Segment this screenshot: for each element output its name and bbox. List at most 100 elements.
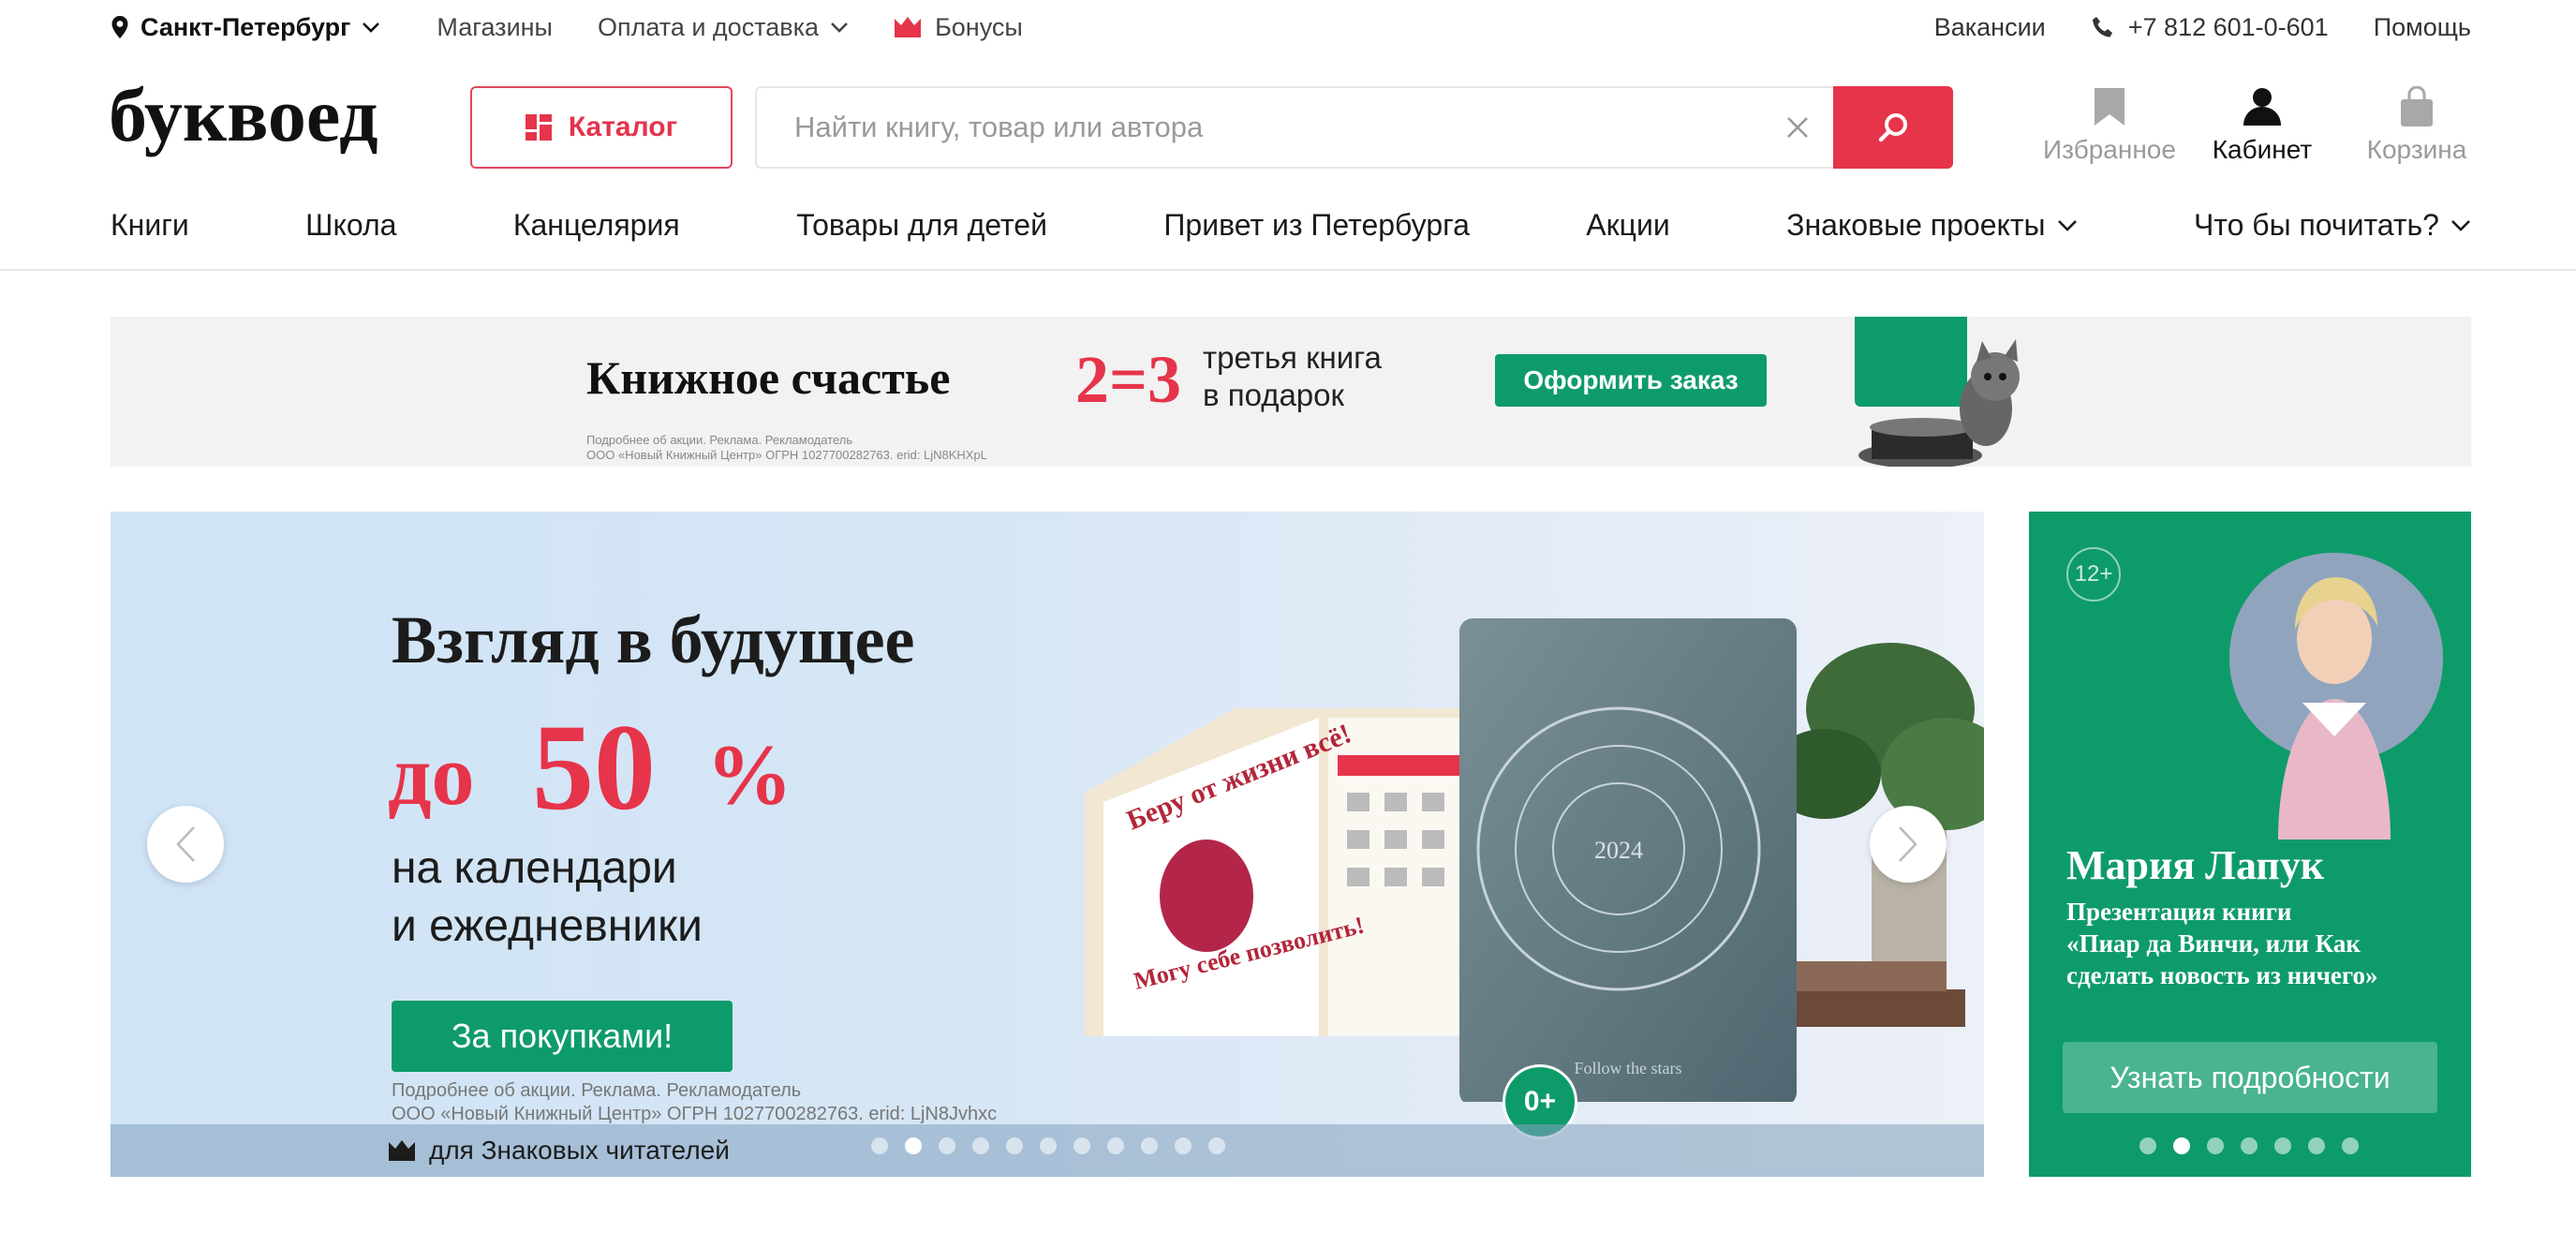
favorites-label: Избранное — [2043, 135, 2176, 164]
nav-item-promotions[interactable]: Акции — [1586, 208, 1669, 243]
author-name: Мария Лапук — [2066, 842, 2325, 888]
crown-icon — [389, 1140, 415, 1161]
fine-line: Подробнее об акции. Реклама. Рекламодате… — [586, 433, 853, 447]
slider-dot[interactable] — [1208, 1137, 1225, 1154]
nav-label: Товары для детей — [796, 207, 1047, 242]
vacancies-label: Вакансии — [1933, 12, 2046, 41]
kitten-image — [1858, 339, 2020, 467]
slider-dot[interactable] — [1141, 1137, 1158, 1154]
nav-item-projects[interactable]: Знаковые проекты — [1786, 208, 2077, 243]
svg-text:буквоед: буквоед — [109, 79, 378, 157]
vacancies-link[interactable]: Вакансии — [1934, 13, 2046, 42]
cabinet-label: Кабинет — [2212, 135, 2313, 164]
side-event-banner[interactable]: 12+ Мария Лапук Презентация книги «Пиар … — [2029, 512, 2471, 1177]
promo-strip-title: Книжное счастье — [586, 351, 951, 404]
svg-text:Follow the stars: Follow the stars — [1575, 1059, 1682, 1077]
phone-icon — [2092, 17, 2112, 37]
slider-dot[interactable] — [2342, 1137, 2359, 1154]
search-icon — [1878, 113, 1907, 142]
bonuses-label: Бонусы — [935, 12, 1023, 41]
author-photo — [2229, 553, 2443, 839]
city-name: Санкт-Петербург — [141, 12, 351, 41]
catalog-button[interactable]: Каталог — [470, 86, 733, 169]
user-icon — [2243, 88, 2281, 126]
slider-dot[interactable] — [1175, 1137, 1192, 1154]
phone-link[interactable]: +7 812 601-0-601 — [2091, 13, 2329, 42]
nav-item-books[interactable]: Книги — [111, 208, 189, 243]
fine-line: ООО «Новый Книжный Центр» ОГРН 102770028… — [392, 1104, 998, 1124]
nav-label: Акции — [1586, 207, 1670, 242]
favorites-button[interactable]: Избранное — [2016, 86, 2203, 165]
nav-item-spb[interactable]: Привет из Петербурга — [1163, 208, 1469, 243]
cabinet-button[interactable]: Кабинет — [2201, 86, 2323, 165]
payment-delivery-link[interactable]: Оплата и доставка — [598, 13, 849, 42]
promo-strip-banner[interactable]: Книжное счастье 2=3 третья книга в подар… — [111, 317, 2471, 467]
city-selector[interactable]: Санкт-Петербург — [111, 13, 392, 42]
promo-strip-fine-print: Подробнее об акции. Реклама. Рекламодате… — [586, 433, 987, 463]
desc-line: Презентация книги — [2066, 898, 2292, 926]
hero-footer-label: для Знаковых читателей — [388, 1136, 730, 1166]
nav-item-stationery[interactable]: Канцелярия — [513, 208, 680, 243]
top-utility-bar: Санкт-Петербург Магазины Оплата и достав… — [111, 0, 2471, 54]
offer-line: третья книга — [1203, 340, 1382, 375]
nav-divider — [0, 269, 2576, 271]
location-pin-icon — [111, 16, 128, 38]
shop-now-button[interactable]: За покупками! — [392, 1001, 733, 1072]
crown-icon — [895, 17, 922, 37]
slider-dot[interactable] — [2274, 1137, 2291, 1154]
site-logo[interactable]: буквоед — [109, 72, 405, 169]
slider-dot[interactable] — [2139, 1137, 2156, 1154]
chevron-down-icon — [363, 22, 380, 33]
help-link[interactable]: Помощь — [2374, 13, 2471, 42]
hero-prev-button[interactable] — [147, 806, 224, 883]
logo-wordmark: буквоед — [109, 72, 378, 157]
cart-button[interactable]: Корзина — [2351, 86, 2482, 165]
search-button[interactable] — [1833, 86, 1953, 169]
slider-dot[interactable] — [2308, 1137, 2325, 1154]
chevron-down-icon — [2057, 219, 2077, 231]
stores-label: Магазины — [437, 12, 553, 41]
age-rating-badge: 12+ — [2066, 547, 2121, 602]
search-input[interactable] — [794, 88, 1731, 167]
hero-title: Взгляд в будущее — [392, 602, 915, 677]
bookmark-icon — [2095, 88, 2124, 126]
shopping-bag-icon — [2401, 86, 2433, 126]
payment-delivery-label: Оплата и доставка — [597, 12, 820, 41]
chevron-down-icon — [2451, 219, 2470, 231]
slider-dot[interactable] — [972, 1137, 989, 1154]
slider-dot[interactable] — [2173, 1137, 2190, 1154]
slider-dot[interactable] — [939, 1137, 955, 1154]
nav-item-school[interactable]: Школа — [305, 208, 396, 243]
nav-label: Канцелярия — [512, 207, 680, 242]
promo-strip-offer-text: третья книга в подарок — [1203, 339, 1382, 414]
slider-dot[interactable] — [2207, 1137, 2224, 1154]
nav-item-kids[interactable]: Товары для детей — [796, 208, 1047, 243]
slider-dot[interactable] — [905, 1137, 922, 1154]
clear-icon[interactable] — [1781, 111, 1814, 144]
slider-dot[interactable] — [1107, 1137, 1124, 1154]
slider-dot[interactable] — [1006, 1137, 1023, 1154]
nav-item-what-to-read[interactable]: Что бы почитать? — [2194, 208, 2471, 243]
footer-label-text: для Знаковых читателей — [429, 1136, 730, 1165]
calendar-planner-illustration: Беру от жизни всё! Могу себе позволить! … — [1085, 618, 1984, 1102]
bonuses-link[interactable]: Бонусы — [894, 13, 1023, 42]
order-button[interactable]: Оформить заказ — [1495, 354, 1767, 407]
catalog-label: Каталог — [568, 111, 678, 142]
chevron-down-icon — [831, 22, 848, 33]
slider-dot[interactable] — [1073, 1137, 1090, 1154]
hero-next-button[interactable] — [1870, 806, 1947, 883]
stores-link[interactable]: Магазины — [437, 13, 553, 42]
slider-dot[interactable] — [871, 1137, 888, 1154]
slider-dot[interactable] — [2241, 1137, 2258, 1154]
chevron-right-icon — [1899, 826, 1917, 862]
search-bar — [755, 86, 1953, 169]
hero-discount-value: 50 — [532, 698, 656, 836]
chevron-left-icon — [176, 826, 195, 862]
nav-label: Привет из Петербурга — [1163, 207, 1470, 242]
slider-dot[interactable] — [1040, 1137, 1057, 1154]
learn-more-button[interactable]: Узнать подробности — [2063, 1042, 2437, 1113]
hero-banner[interactable]: Взгляд в будущее до 50 % на календари и … — [111, 512, 1984, 1177]
desc-line: сделать новость из ничего» — [2066, 961, 2378, 989]
nav-label: Знаковые проекты — [1786, 207, 2046, 242]
nav-label: Школа — [305, 207, 397, 242]
